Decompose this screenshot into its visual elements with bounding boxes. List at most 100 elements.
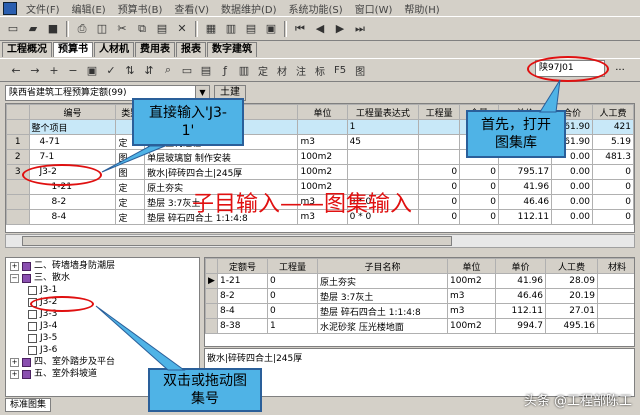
- grid-cell[interactable]: 7-1: [28, 149, 117, 165]
- new-file-icon[interactable]: ▭: [4, 20, 22, 38]
- expand-icon[interactable]: +: [10, 357, 19, 367]
- detail-cell[interactable]: 495.16: [545, 318, 598, 334]
- grid-header[interactable]: 人工费: [592, 104, 634, 120]
- grid-cell[interactable]: 0: [459, 209, 499, 225]
- grid-cell[interactable]: 0: [418, 194, 461, 210]
- atlas-button[interactable]: 图: [352, 62, 368, 78]
- tab-cost-table[interactable]: 费用表: [135, 41, 175, 57]
- grid-cell[interactable]: 0: [592, 194, 634, 210]
- detail-cell[interactable]: [597, 303, 634, 319]
- first-icon[interactable]: ⏮: [291, 20, 309, 38]
- grid-cell[interactable]: [346, 149, 420, 165]
- tree-atlas-item[interactable]: J3-3: [8, 308, 197, 320]
- detail-cell[interactable]: 28.09: [545, 273, 598, 289]
- grid-cell[interactable]: 0: [592, 209, 634, 225]
- grid-cell[interactable]: 0.00: [551, 209, 594, 225]
- detail-cell[interactable]: 46.46: [495, 288, 546, 304]
- standard-button[interactable]: 标: [312, 62, 328, 78]
- collapse-icon[interactable]: −: [10, 273, 19, 283]
- layout-icon[interactable]: ▦: [202, 20, 220, 38]
- detail-row[interactable]: ▶ 1-21 0 原土夯实 100m2 41.96 28.09: [205, 273, 634, 289]
- tree-folder[interactable]: + 四、室外踏步及平台: [8, 356, 197, 368]
- menu-budget[interactable]: 预算书(B): [112, 1, 169, 16]
- check-icon[interactable]: ✓: [103, 62, 119, 78]
- detail-row[interactable]: 8-4 0 垫层 碎石四合土 1:1:4:8 m3 112.11 27.01: [205, 303, 634, 319]
- expand-icon[interactable]: +: [10, 261, 19, 271]
- open-folder-icon[interactable]: ▰: [24, 20, 42, 38]
- grid-cell[interactable]: 100m2: [297, 149, 348, 165]
- detail-cell[interactable]: 0: [267, 288, 318, 304]
- preview-icon[interactable]: ◫: [93, 20, 111, 38]
- image-icon[interactable]: ▥: [236, 62, 252, 78]
- delete-icon[interactable]: ✕: [173, 20, 191, 38]
- grid-cell[interactable]: [418, 149, 461, 165]
- tree-atlas-item[interactable]: J3-1: [8, 284, 197, 296]
- grid-cell[interactable]: 0: [459, 164, 499, 180]
- menu-edit[interactable]: 编辑(E): [66, 1, 112, 16]
- filter-icon[interactable]: ⇵: [141, 62, 157, 78]
- grid-cell[interactable]: 112.11: [497, 209, 553, 225]
- window-icon[interactable]: ▣: [84, 62, 100, 78]
- detail-cell[interactable]: m3: [447, 288, 496, 304]
- menu-data[interactable]: 数据维护(D): [215, 1, 283, 16]
- menu-window[interactable]: 窗口(W): [349, 1, 399, 16]
- grid-cell[interactable]: 0.00: [551, 179, 594, 195]
- grid-cell[interactable]: 0: [592, 164, 634, 180]
- note-button[interactable]: 注: [293, 62, 309, 78]
- tree-folder[interactable]: + 二、砖墙墙身防潮层: [8, 260, 197, 272]
- detail-cell[interactable]: [597, 288, 634, 304]
- quota-button[interactable]: 定: [255, 62, 271, 78]
- grid-cell[interactable]: 481.3: [592, 149, 634, 165]
- save-icon[interactable]: ■: [44, 20, 62, 38]
- remove-icon[interactable]: −: [65, 62, 81, 78]
- grid-cell[interactable]: 0: [592, 179, 634, 195]
- formula-icon[interactable]: ƒ: [217, 62, 233, 78]
- detail-cell[interactable]: 8-2: [217, 288, 268, 304]
- grid-cell[interactable]: m3: [297, 134, 348, 150]
- print-icon[interactable]: ⎙: [73, 20, 91, 38]
- detail-cell[interactable]: 100m2: [447, 273, 496, 289]
- grid-cell[interactable]: 0.00: [551, 164, 594, 180]
- arrow-right-icon[interactable]: →: [27, 62, 43, 78]
- grid-header[interactable]: 工程量表达式: [346, 104, 420, 120]
- grid-header[interactable]: 编号: [28, 104, 117, 120]
- detail-row[interactable]: 8-2 0 垫层 3:7灰土 m3 46.46 20.19: [205, 288, 634, 304]
- detail-row[interactable]: 8-38 1 水泥砂浆 压光楼地面 100m2 994.7 495.16: [205, 318, 634, 334]
- detail-cell[interactable]: 原土夯实: [317, 273, 448, 289]
- atlas-browse-button[interactable]: ...: [610, 60, 630, 77]
- detail-cell[interactable]: 100m2: [447, 318, 496, 334]
- grid-cell[interactable]: 0: [459, 194, 499, 210]
- grid-cell[interactable]: 0: [418, 209, 461, 225]
- grid-cell[interactable]: 8-4: [28, 209, 117, 225]
- detail-cell[interactable]: [597, 273, 634, 289]
- table-icon[interactable]: ▤: [242, 20, 260, 38]
- menu-help[interactable]: 帮助(H): [398, 1, 445, 16]
- grid-cell[interactable]: 795.17: [497, 164, 553, 180]
- detail-cell[interactable]: [597, 318, 634, 334]
- grid-cell[interactable]: 41.96: [497, 179, 553, 195]
- grid-cell[interactable]: [297, 119, 348, 135]
- f5-button[interactable]: F5: [331, 62, 349, 78]
- tree-atlas-item[interactable]: J3-5: [8, 332, 197, 344]
- note-icon[interactable]: ▤: [198, 62, 214, 78]
- grid-cell[interactable]: 45: [346, 134, 420, 150]
- grid-cell[interactable]: 整个项目: [28, 119, 117, 135]
- detail-cell[interactable]: m3: [447, 303, 496, 319]
- add-icon[interactable]: +: [46, 62, 62, 78]
- paste-icon[interactable]: ▤: [153, 20, 171, 38]
- menu-view[interactable]: 查看(V): [168, 1, 215, 16]
- detail-cell[interactable]: 垫层 3:7灰土: [317, 288, 448, 304]
- grid-cell[interactable]: 46.46: [497, 194, 553, 210]
- tree-folder[interactable]: − 三、散水: [8, 272, 197, 284]
- grid-cell[interactable]: 0: [418, 164, 461, 180]
- grid-cell[interactable]: 散水|碎砖四合土|245厚: [144, 164, 299, 180]
- detail-cell[interactable]: 112.11: [495, 303, 546, 319]
- grid-cell[interactable]: 单层玻璃窗 制作安装: [144, 149, 299, 165]
- find-icon[interactable]: ⌕: [160, 62, 176, 78]
- tree-atlas-item[interactable]: J3-4: [8, 320, 197, 332]
- material-button[interactable]: 材: [274, 62, 290, 78]
- grid-cell[interactable]: 0: [459, 179, 499, 195]
- grid-cell[interactable]: 定: [115, 179, 146, 195]
- tab-digital-building[interactable]: 数字建筑: [207, 41, 257, 57]
- cut-icon[interactable]: ✂: [113, 20, 131, 38]
